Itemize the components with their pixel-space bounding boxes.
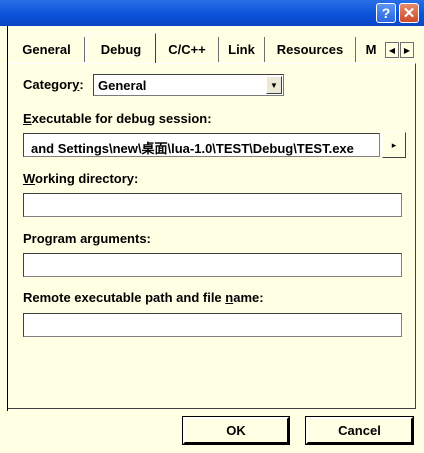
arrow-right-icon: ▸ xyxy=(391,139,397,150)
program-arguments-label: Program arguments: xyxy=(23,231,151,246)
tab-strip: General Debug C/C++ Link Resources M xyxy=(9,33,383,63)
category-value: General xyxy=(98,78,147,93)
chevron-down-icon[interactable]: ▼ xyxy=(266,76,282,94)
remote-path-field[interactable] xyxy=(23,313,402,337)
tab-resources[interactable]: Resources xyxy=(265,37,356,62)
working-directory-label: Working directory: xyxy=(23,171,139,186)
tab-link[interactable]: Link xyxy=(219,37,265,62)
left-pane-edge xyxy=(0,26,8,411)
executable-label: Executable for debug session: xyxy=(23,111,212,126)
title-bar: ? ✕ xyxy=(0,0,424,26)
executable-browse-button[interactable]: ▸ xyxy=(382,132,406,158)
tab-debug[interactable]: Debug xyxy=(86,33,156,63)
executable-field[interactable]: and Settings\new\桌面\lua-1.0\TEST\Debug\T… xyxy=(23,133,380,157)
working-directory-field[interactable] xyxy=(23,193,402,217)
close-icon[interactable]: ✕ xyxy=(399,3,419,23)
ok-button[interactable]: OK xyxy=(182,416,290,445)
program-arguments-field[interactable] xyxy=(23,253,402,277)
category-select[interactable]: General ▼ xyxy=(93,74,284,96)
tab-general[interactable]: General xyxy=(9,37,85,62)
tab-scroll-right-icon[interactable]: ▶ xyxy=(400,42,414,58)
tab-scroll-left-icon[interactable]: ◀ xyxy=(385,42,399,58)
executable-value: and Settings\new\桌面\lua-1.0\TEST\Debug\T… xyxy=(31,141,354,156)
cancel-button[interactable]: Cancel xyxy=(305,416,414,445)
remote-path-label: Remote executable path and file name: xyxy=(23,290,264,305)
help-icon[interactable]: ? xyxy=(376,3,396,23)
tab-more[interactable]: M xyxy=(356,37,383,62)
tab-c-cpp[interactable]: C/C++ xyxy=(156,37,219,62)
category-label: Category: xyxy=(23,77,84,92)
